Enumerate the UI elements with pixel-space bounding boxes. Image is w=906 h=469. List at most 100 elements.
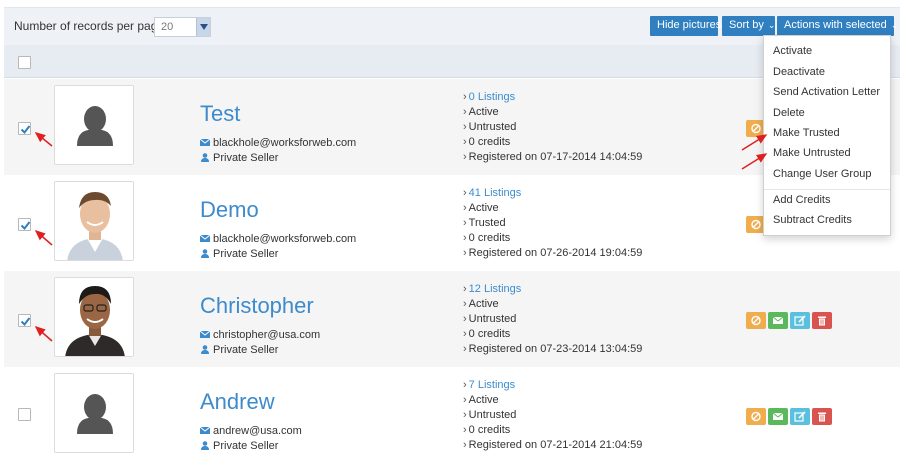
actions-dropdown-menu: Activate Deactivate Send Activation Lett… <box>763 35 891 236</box>
records-per-page-select[interactable]: 20 <box>154 17 211 37</box>
edit-icon <box>794 315 806 326</box>
chevron-down-icon: ⌄ <box>890 20 899 30</box>
envelope-icon <box>200 234 210 242</box>
chevron-right-icon: › <box>463 409 467 421</box>
chevron-right-icon: › <box>463 379 467 391</box>
trash-icon <box>818 316 826 326</box>
menu-divider <box>764 189 890 190</box>
envelope-icon <box>772 412 784 420</box>
sort-by-label: Sort by <box>729 19 764 31</box>
send-email-button[interactable] <box>768 312 788 329</box>
registered-text: Registered on 07-17-2014 14:04:59 <box>468 151 643 163</box>
chevron-right-icon: › <box>463 394 467 406</box>
credits-text: 0 credits <box>468 136 511 148</box>
envelope-icon <box>200 426 210 434</box>
chevron-right-icon: › <box>463 106 467 118</box>
trust-info: › Trusted <box>463 217 506 229</box>
user-name[interactable]: Christopher <box>200 293 314 319</box>
menu-item-deactivate[interactable]: Deactivate <box>773 66 825 78</box>
row-select-checkbox[interactable] <box>18 314 31 327</box>
status-info: › Active <box>463 202 499 214</box>
user-name[interactable]: Demo <box>200 197 259 223</box>
chevron-right-icon: › <box>463 151 467 163</box>
hide-pictures-button[interactable]: Hide pictures <box>650 16 721 36</box>
trust-text: Untrusted <box>468 313 517 325</box>
credits-text: 0 credits <box>468 328 511 340</box>
credits-text: 0 credits <box>468 232 511 244</box>
trust-text: Trusted <box>468 217 506 229</box>
delete-button[interactable] <box>812 408 832 425</box>
ban-icon <box>751 315 761 326</box>
status-text: Active <box>468 394 499 406</box>
select-all-checkbox[interactable] <box>18 56 31 69</box>
row-select-checkbox[interactable] <box>18 408 31 421</box>
edit-button[interactable] <box>790 408 810 425</box>
menu-item-make-untrusted[interactable]: Make Untrusted <box>773 147 851 159</box>
listings-link[interactable]: 41 Listings <box>469 187 522 199</box>
deactivate-button[interactable] <box>746 312 766 329</box>
delete-button[interactable] <box>812 312 832 329</box>
send-email-button[interactable] <box>768 408 788 425</box>
trust-info: › Untrusted <box>463 121 516 133</box>
default-avatar-icon <box>54 373 134 453</box>
edit-button[interactable] <box>790 312 810 329</box>
edit-icon <box>794 411 806 422</box>
chevron-right-icon: › <box>463 424 467 436</box>
credits-info: › 0 credits <box>463 136 510 148</box>
records-per-page-label: Number of records per page <box>14 19 165 33</box>
menu-item-subtract-credits[interactable]: Subtract Credits <box>773 214 852 226</box>
menu-item-activate[interactable]: Activate <box>773 45 812 57</box>
menu-item-change-user-group[interactable]: Change User Group <box>773 168 871 180</box>
records-per-page-value: 20 <box>161 21 174 33</box>
status-info: › Active <box>463 298 499 310</box>
chevron-right-icon: › <box>463 121 467 133</box>
listings-link[interactable]: 0 Listings <box>469 91 515 103</box>
chevron-right-icon: › <box>463 247 467 259</box>
credits-info: › 0 credits <box>463 328 510 340</box>
listings-link[interactable]: 12 Listings <box>469 283 522 295</box>
trash-icon <box>818 412 826 422</box>
actions-with-selected-label: Actions with selected <box>784 19 887 31</box>
chevron-right-icon: › <box>463 439 467 451</box>
ban-icon <box>751 219 761 230</box>
user-name[interactable]: Test <box>200 101 240 127</box>
sort-by-button[interactable]: Sort by ⌄ <box>722 16 775 36</box>
user-icon <box>201 249 209 258</box>
avatar <box>54 277 134 357</box>
listings-info: › 12 Listings <box>463 283 521 295</box>
registered-info: › Registered on 07-26-2014 19:04:59 <box>463 247 642 259</box>
trust-text: Untrusted <box>468 121 517 133</box>
ban-icon <box>751 123 761 134</box>
user-type: Private Seller <box>200 344 278 356</box>
chevron-right-icon: › <box>463 232 467 244</box>
menu-item-delete[interactable]: Delete <box>773 107 805 119</box>
chevron-down-icon: ⌄ <box>767 20 776 30</box>
menu-item-add-credits[interactable]: Add Credits <box>773 194 830 206</box>
email-text: blackhole@worksforweb.com <box>213 137 357 149</box>
chevron-right-icon: › <box>463 91 467 103</box>
menu-item-make-trusted[interactable]: Make Trusted <box>773 127 840 139</box>
credits-info: › 0 credits <box>463 424 510 436</box>
chevron-right-icon: › <box>463 187 467 199</box>
row-select-checkbox[interactable] <box>18 218 31 231</box>
user-icon <box>201 345 209 354</box>
chevron-down-icon <box>196 18 210 36</box>
listings-link[interactable]: 7 Listings <box>469 379 515 391</box>
user-name[interactable]: Andrew <box>200 389 275 415</box>
deactivate-button[interactable] <box>746 408 766 425</box>
checkmark-icon <box>20 125 31 135</box>
user-email: andrew@usa.com <box>200 425 302 437</box>
row-select-checkbox[interactable] <box>18 122 31 135</box>
listings-info: › 0 Listings <box>463 91 515 103</box>
user-type: Private Seller <box>200 152 278 164</box>
listings-info: › 41 Listings <box>463 187 521 199</box>
email-text: andrew@usa.com <box>213 425 302 437</box>
registered-info: › Registered on 07-23-2014 13:04:59 <box>463 343 642 355</box>
user-type-text: Private Seller <box>213 152 279 164</box>
actions-with-selected-button[interactable]: Actions with selected ⌄ <box>777 16 898 36</box>
menu-item-send-activation-letter[interactable]: Send Activation Letter <box>773 86 880 98</box>
registered-info: › Registered on 07-17-2014 14:04:59 <box>463 151 642 163</box>
trust-text: Untrusted <box>468 409 517 421</box>
chevron-right-icon: › <box>463 328 467 340</box>
email-text: blackhole@worksforweb.com <box>213 233 357 245</box>
